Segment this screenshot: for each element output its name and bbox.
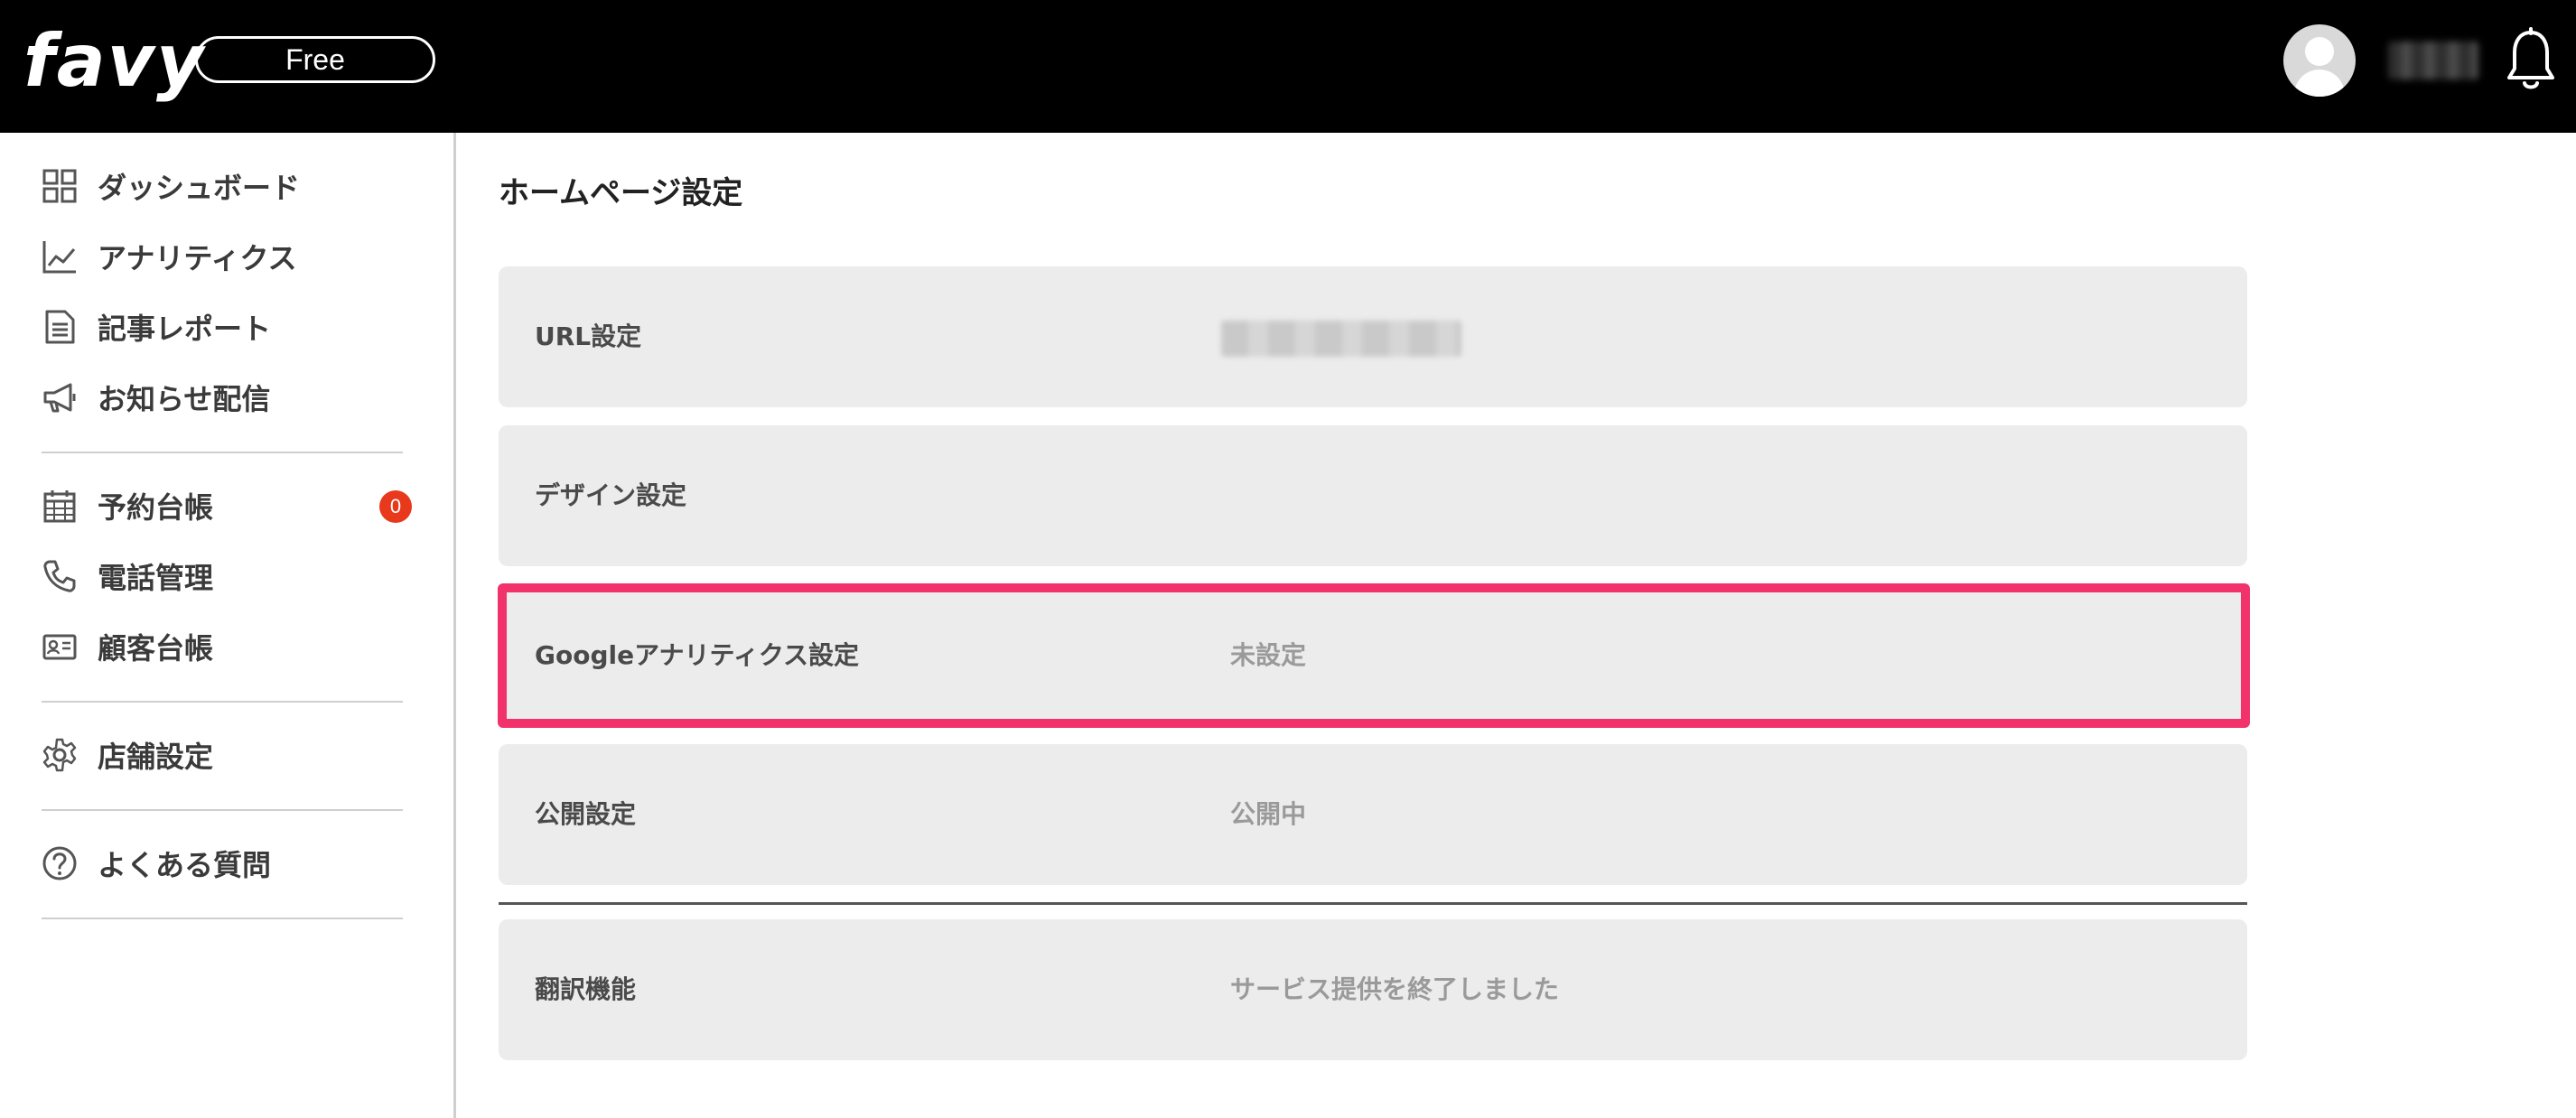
- megaphone-icon: [43, 383, 76, 413]
- sidebar-item-label: 顧客台帳: [98, 631, 214, 666]
- bell-icon[interactable]: [2506, 27, 2556, 92]
- sidebar-item-label: 予約台帳: [98, 490, 214, 525]
- sidebar-item-label: 記事レポート: [98, 312, 272, 346]
- sidebar-item-customers[interactable]: 顧客台帳: [42, 620, 412, 674]
- row-label: 公開設定: [535, 799, 637, 829]
- sidebar-item-label: 電話管理: [98, 561, 214, 595]
- document-icon: [45, 310, 75, 344]
- row-label: Googleアナリティクス設定: [535, 640, 860, 670]
- settings-row-design[interactable]: デザイン設定: [499, 425, 2247, 566]
- row-value: サービス提供を終了しました: [1230, 974, 1560, 1004]
- section-divider: [499, 902, 2247, 905]
- sidebar-item-phone[interactable]: 電話管理: [42, 549, 412, 603]
- sidebar-item-label: お知らせ配信: [98, 382, 271, 416]
- sidebar-item-reservations[interactable]: 予約台帳 0: [42, 479, 412, 533]
- sidebar-divider: [42, 809, 403, 811]
- settings-row-google-analytics[interactable]: Googleアナリティクス設定 未設定: [499, 585, 2247, 726]
- avatar-body: [2294, 70, 2345, 97]
- settings-row-url[interactable]: URL設定: [499, 266, 2247, 407]
- user-avatar-icon[interactable]: [2283, 24, 2356, 97]
- favy-logo[interactable]: favy: [23, 16, 205, 107]
- phone-icon: [43, 560, 76, 592]
- id-card-icon: [42, 634, 77, 660]
- sidebar-item-dashboard[interactable]: ダッシュボード: [42, 159, 412, 213]
- plan-badge[interactable]: Free: [195, 36, 435, 83]
- sidebar-divider: [42, 918, 403, 919]
- row-label: URL設定: [535, 321, 642, 351]
- sidebar-divider: [42, 452, 403, 453]
- sidebar: ダッシュボード アナリティクス 記事レポート お知らせ配信 予約台帳 0 電話管…: [0, 133, 456, 1118]
- sidebar-item-label: 店舗設定: [98, 740, 214, 774]
- question-icon: [42, 846, 77, 880]
- row-label: 翻訳機能: [535, 974, 637, 1004]
- sidebar-item-notice[interactable]: お知らせ配信: [42, 370, 412, 424]
- line-chart-icon: [42, 241, 76, 274]
- sidebar-item-article-report[interactable]: 記事レポート: [42, 300, 412, 354]
- settings-row-translation[interactable]: 翻訳機能 サービス提供を終了しました: [499, 919, 2247, 1060]
- row-value: 公開中: [1230, 799, 1307, 829]
- avatar-head: [2305, 37, 2334, 66]
- sidebar-divider: [42, 701, 403, 703]
- settings-row-publish[interactable]: 公開設定 公開中: [499, 744, 2247, 885]
- reservation-count-badge: 0: [379, 490, 412, 523]
- sidebar-item-store-settings[interactable]: 店舗設定: [42, 728, 412, 782]
- sidebar-item-analytics[interactable]: アナリティクス: [42, 229, 412, 284]
- sidebar-item-label: アナリティクス: [98, 241, 297, 275]
- sidebar-item-faq[interactable]: よくある質問: [42, 836, 412, 890]
- url-value-blurred: [1221, 321, 1461, 357]
- username-blurred[interactable]: [2388, 42, 2478, 79]
- top-header: favy Free: [0, 0, 2576, 133]
- gear-icon: [42, 738, 77, 772]
- sidebar-item-label: よくある質問: [98, 848, 272, 882]
- page-title: ホームページ設定: [499, 175, 743, 211]
- sidebar-item-label: ダッシュボード: [98, 171, 301, 205]
- grid-icon: [42, 169, 77, 203]
- row-value: 未設定: [1230, 640, 1307, 670]
- row-label: デザイン設定: [535, 480, 687, 510]
- calendar-icon: [43, 490, 76, 523]
